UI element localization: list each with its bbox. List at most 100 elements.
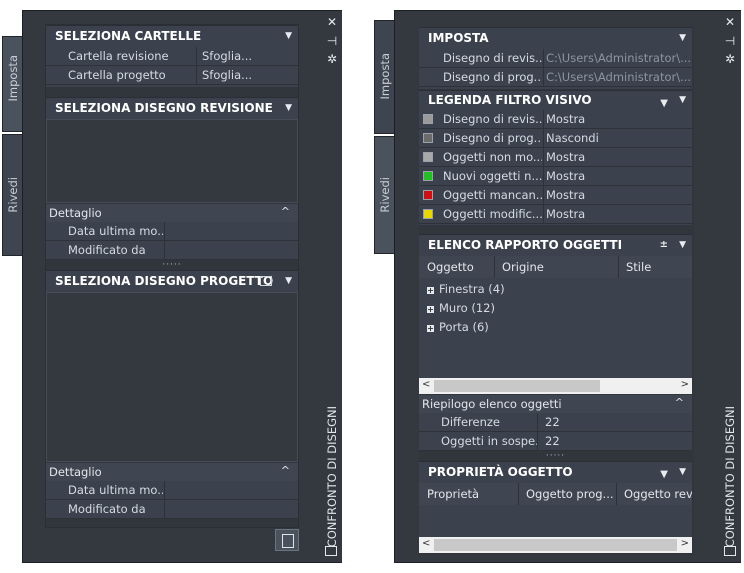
right-titlebar[interactable]: ✕ ⊣ ✲ CONFRONTO DI DISEGNI: [721, 11, 741, 562]
chevron-down-icon[interactable]: ▼: [285, 271, 292, 291]
expand-icon[interactable]: +: [427, 306, 434, 314]
compare-button[interactable]: [275, 529, 299, 551]
revision-detail-header[interactable]: Dettaglio ^: [46, 204, 298, 222]
tab-rivedi[interactable]: Rivedi: [2, 134, 24, 256]
row-value: [164, 500, 299, 519]
project-detail-header[interactable]: Dettaglio ^: [46, 463, 298, 481]
chevron-down-icon[interactable]: ▼: [285, 98, 292, 118]
tree-item-muro[interactable]: + Muro (12): [427, 299, 495, 317]
column-header-proprieta[interactable]: Proprietà: [419, 483, 518, 505]
scroll-right-icon[interactable]: >: [681, 379, 689, 390]
legend-header[interactable]: LEGENDA FILTRO VISIVO ▼ ▼: [419, 90, 692, 110]
legend-swatch-cell[interactable]: [423, 110, 437, 129]
color-swatch-icon[interactable]: [423, 190, 433, 200]
palette-title: CONFRONTO DI DISEGNI: [723, 406, 737, 548]
browse-revision-folder-button[interactable]: Sfoglia...: [196, 47, 304, 66]
legend-swatch-cell[interactable]: [423, 129, 437, 148]
chevron-down-icon[interactable]: ▼: [679, 91, 686, 110]
tab-imposta-label: Imposta: [378, 53, 392, 100]
folder-icon[interactable]: [260, 276, 272, 286]
legend-swatch-cell[interactable]: [423, 205, 437, 224]
summary-header[interactable]: Riepilogo elenco oggetti ^: [419, 395, 692, 413]
tab-imposta[interactable]: Imposta: [374, 20, 396, 134]
row-label: Disegno di revis...: [443, 112, 542, 126]
chevron-down-icon[interactable]: ▼: [679, 235, 686, 255]
revision-drawing-header[interactable]: SELEZIONA DISEGNO REVISIONE ▼: [46, 97, 298, 119]
scroll-left-icon[interactable]: <: [422, 538, 430, 549]
pin-icon[interactable]: ⊣: [723, 35, 737, 47]
close-icon[interactable]: ✕: [723, 16, 737, 28]
report-horizontal-scrollbar[interactable]: < >: [419, 378, 692, 394]
tree-item-porta[interactable]: + Porta (6): [427, 318, 489, 336]
zoom-filter-icon[interactable]: ±: [660, 235, 668, 255]
chevron-up-icon[interactable]: ^: [675, 394, 684, 412]
visibility-value[interactable]: Mostra: [543, 205, 695, 224]
properties-horizontal-scrollbar[interactable]: < >: [419, 537, 692, 553]
expand-icon[interactable]: +: [427, 287, 434, 295]
table-row: Modificato da: [46, 500, 298, 519]
visibility-value[interactable]: Mostra: [543, 110, 695, 129]
project-drawing-header[interactable]: SELEZIONA DISEGNO PROGETTO ▼: [46, 270, 298, 292]
browse-project-folder-button[interactable]: Sfoglia...: [196, 66, 304, 85]
row-value: [164, 222, 299, 241]
column-header-oggetto-revisione[interactable]: Oggetto revi: [616, 483, 692, 505]
splitter-grip[interactable]: ·····: [419, 452, 692, 461]
chevron-down-icon[interactable]: ▼: [285, 26, 292, 46]
scroll-left-icon[interactable]: <: [422, 379, 430, 390]
legend-swatch-cell[interactable]: [423, 148, 437, 167]
properties-icon[interactable]: [724, 546, 736, 556]
color-swatch-icon[interactable]: [423, 171, 433, 181]
chevron-up-icon[interactable]: ^: [281, 203, 290, 221]
table-row: Disegno di prog... C:\Users\Administrato…: [419, 68, 692, 87]
scrollbar-thumb[interactable]: [434, 380, 600, 392]
visibility-value[interactable]: Mostra: [543, 148, 695, 167]
table-row: Disegno di revis... C:\Users\Administrat…: [419, 49, 692, 68]
scrollbar-thumb[interactable]: [434, 539, 677, 551]
visibility-value[interactable]: Mostra: [543, 186, 695, 205]
tab-rivedi[interactable]: Rivedi: [374, 136, 396, 254]
splitter-grip[interactable]: ·····: [46, 261, 298, 270]
tree-item-label: Muro (12): [439, 301, 495, 315]
tab-imposta[interactable]: Imposta: [2, 36, 24, 132]
project-drawing-path[interactable]: C:\Users\Administrator\...: [543, 68, 695, 87]
gear-icon[interactable]: ✲: [723, 53, 737, 65]
scroll-right-icon[interactable]: >: [681, 538, 689, 549]
summary-table: Differenze 22 Oggetti in sospe... 22: [419, 413, 692, 451]
chevron-down-icon[interactable]: ▼: [679, 462, 686, 482]
left-titlebar[interactable]: ✕ ⊣ ✲ CONFRONTO DI DISEGNI: [322, 11, 342, 562]
properties-icon[interactable]: [325, 546, 337, 556]
column-header-origine[interactable]: Origine: [494, 256, 618, 278]
close-icon[interactable]: ✕: [325, 16, 339, 28]
column-header-stile[interactable]: Stile: [618, 256, 692, 278]
legend-swatch-cell[interactable]: [423, 167, 437, 186]
chevron-up-icon[interactable]: ^: [281, 462, 290, 480]
folders-header[interactable]: SELEZIONA CARTELLE ▼: [46, 25, 298, 47]
filter-icon[interactable]: ▼: [660, 465, 668, 485]
setup-header[interactable]: IMPOSTA ▼: [419, 27, 692, 49]
expand-icon[interactable]: +: [427, 325, 434, 333]
tree-item-label: Porta (6): [439, 320, 489, 334]
column-header-oggetto-progetto[interactable]: Oggetto prog...: [518, 483, 616, 505]
report-header[interactable]: ELENCO RAPPORTO OGGETTI ± ▼: [419, 234, 692, 256]
tree-item-finestra[interactable]: + Finestra (4): [427, 280, 505, 298]
legend-swatch-cell[interactable]: [423, 186, 437, 205]
gear-icon[interactable]: ✲: [325, 53, 339, 65]
revision-drawing-path[interactable]: C:\Users\Administrator\...: [543, 49, 695, 68]
chevron-down-icon[interactable]: ▼: [679, 28, 686, 48]
color-swatch-icon[interactable]: [423, 114, 433, 124]
color-swatch-icon[interactable]: [423, 133, 433, 143]
color-swatch-icon[interactable]: [423, 152, 433, 162]
properties-header[interactable]: PROPRIETÀ OGGETTO ▼ ▼: [419, 461, 692, 483]
row-label: Data ultima mo...: [68, 483, 163, 497]
visibility-value[interactable]: Nascondi: [543, 129, 695, 148]
color-swatch-icon[interactable]: [423, 209, 433, 219]
left-content: SELEZIONA CARTELLE ▼ Cartella revisione …: [45, 24, 299, 528]
properties-title: PROPRIETÀ OGGETTO: [428, 465, 573, 479]
pin-icon[interactable]: ⊣: [325, 35, 339, 47]
visibility-value[interactable]: Mostra: [543, 167, 695, 186]
revision-detail-table: Data ultima mo... Modificato da: [46, 222, 298, 260]
row-label: Data ultima mo...: [68, 224, 163, 238]
column-header-oggetto[interactable]: Oggetto: [419, 256, 494, 278]
revision-drawing-list[interactable]: [46, 119, 298, 203]
project-drawing-list[interactable]: [46, 292, 298, 462]
